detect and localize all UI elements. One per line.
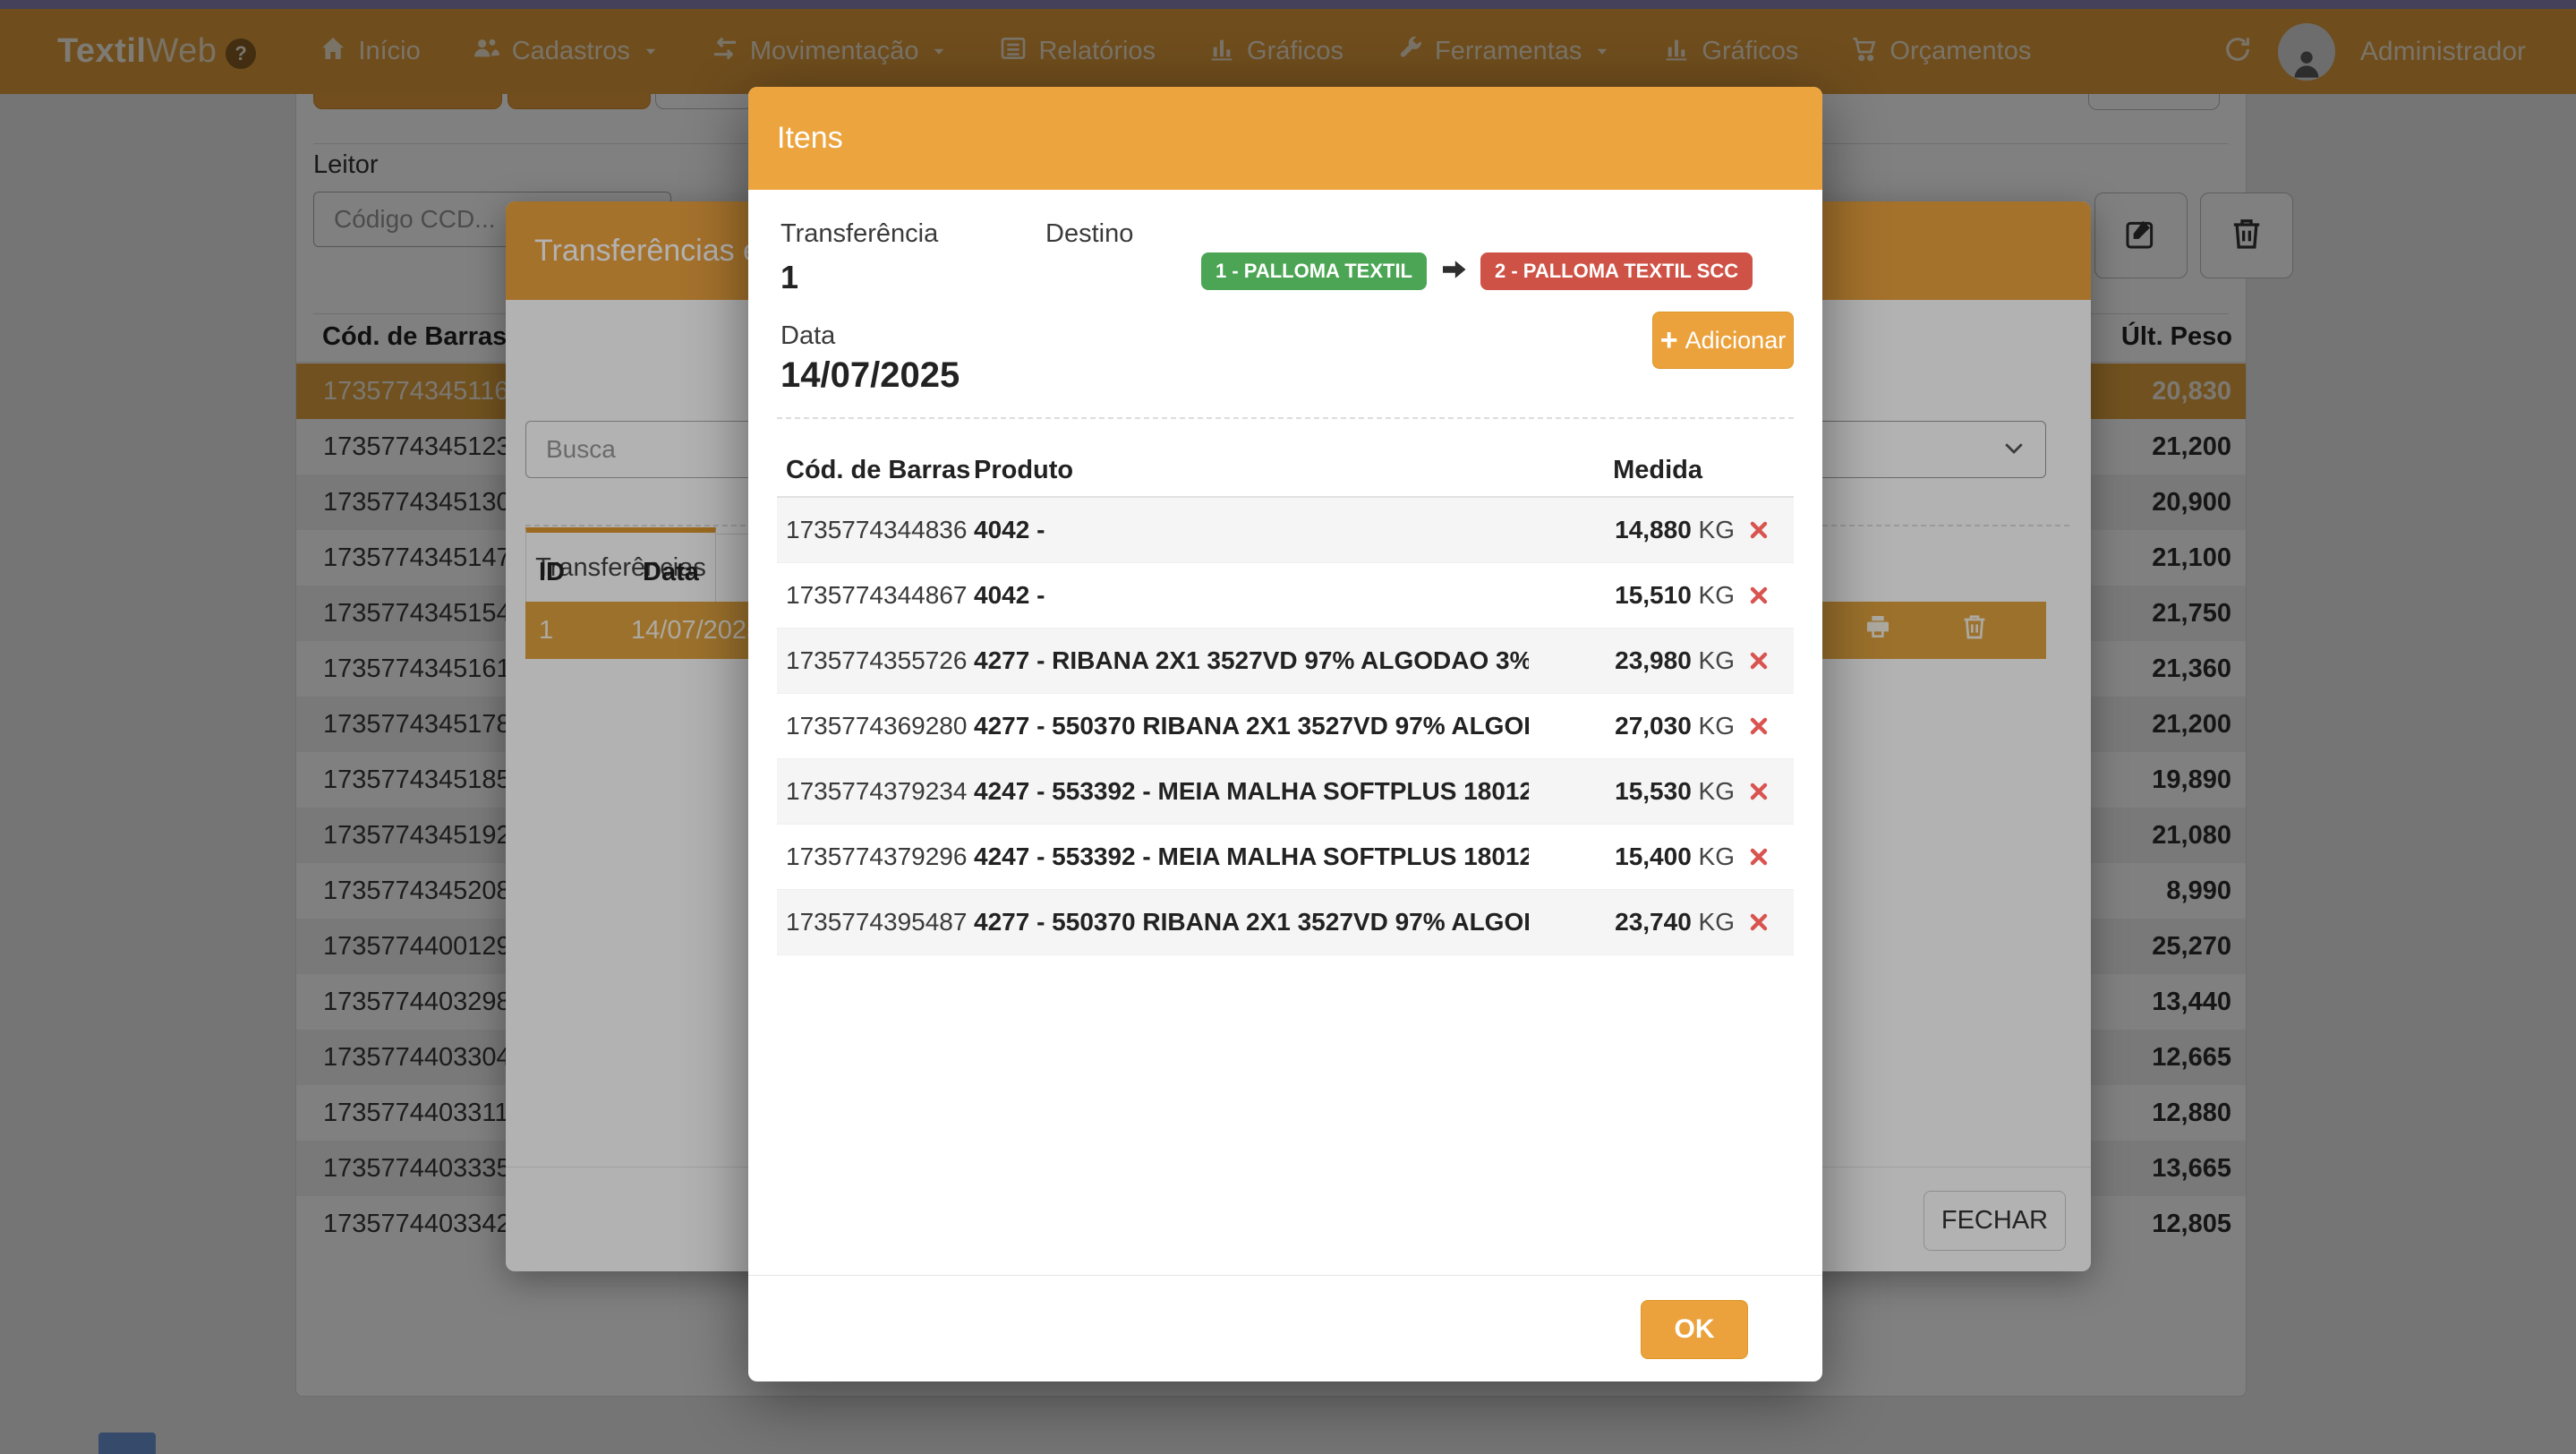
item-medida: 15,510 KG xyxy=(1529,581,1735,610)
item-produto: 4042 - xyxy=(974,581,1529,610)
item-medida: 15,400 KG xyxy=(1529,842,1735,871)
item-produto: 4277 - 550370 RIBANA 2X1 3527VD 97% ALGO… xyxy=(974,908,1529,937)
modal-footer-divider xyxy=(748,1275,1822,1276)
item-medida: 15,530 KG xyxy=(1529,777,1735,806)
remove-item-button[interactable] xyxy=(1747,518,1770,542)
item-row: 17357743448364042 -14,880 KG xyxy=(777,498,1794,563)
ok-button[interactable]: OK xyxy=(1641,1300,1748,1359)
itens-modal-title: Itens xyxy=(777,121,843,156)
item-barcode: 1735774344836 xyxy=(777,516,974,544)
item-medida: 14,880 KG xyxy=(1529,516,1735,544)
item-barcode: 1735774355726 xyxy=(777,646,974,675)
remove-item-button[interactable] xyxy=(1747,584,1770,607)
item-produto: 4277 - RIBANA 2X1 3527VD 97% ALGODAO 3% … xyxy=(974,646,1529,675)
item-row: 17357743557264277 - RIBANA 2X1 3527VD 97… xyxy=(777,629,1794,694)
column-header-medida: Medida xyxy=(1527,456,1702,485)
item-row: 17357743692804277 - 550370 RIBANA 2X1 35… xyxy=(777,694,1794,759)
item-barcode: 1735774379234 xyxy=(777,777,974,806)
destino-badges: 1 - PALLOMA TEXTIL 2 - PALLOMA TEXTIL SC… xyxy=(1201,252,1753,290)
item-barcode: 1735774395487 xyxy=(777,908,974,937)
remove-item-button[interactable] xyxy=(1747,911,1770,934)
adicionar-button[interactable]: + Adicionar xyxy=(1652,312,1794,369)
item-produto: 4277 - 550370 RIBANA 2X1 3527VD 97% ALGO… xyxy=(974,712,1529,740)
transferencia-value: 1 xyxy=(780,259,798,296)
destination-badge: 2 - PALLOMA TEXTIL SCC xyxy=(1480,252,1753,290)
top-strip xyxy=(0,0,2576,9)
remove-item-button[interactable] xyxy=(1747,845,1770,868)
destino-label: Destino xyxy=(1045,219,1133,249)
transferencia-label: Transferência xyxy=(780,219,938,249)
data-value: 14/07/2025 xyxy=(780,355,960,396)
item-medida: 23,740 KG xyxy=(1529,908,1735,937)
item-barcode: 1735774369280 xyxy=(777,712,974,740)
remove-item-button[interactable] xyxy=(1747,714,1770,738)
column-header-produto: Produto xyxy=(974,456,1073,485)
item-produto: 4247 - 553392 - MEIA MALHA SOFTPLUS 1801… xyxy=(974,777,1529,806)
item-row: 17357743792344247 - 553392 - MEIA MALHA … xyxy=(777,759,1794,825)
item-medida: 27,030 KG xyxy=(1529,712,1735,740)
ok-label: OK xyxy=(1675,1314,1715,1345)
item-row: 17357743954874277 - 550370 RIBANA 2X1 35… xyxy=(777,890,1794,955)
itens-modal-header: Itens xyxy=(748,87,1822,190)
remove-item-button[interactable] xyxy=(1747,649,1770,672)
item-produto: 4042 - xyxy=(974,516,1529,544)
remove-item-button[interactable] xyxy=(1747,780,1770,803)
adicionar-label: Adicionar xyxy=(1685,327,1787,355)
origin-badge: 1 - PALLOMA TEXTIL xyxy=(1201,252,1427,290)
item-row: 17357743792964247 - 553392 - MEIA MALHA … xyxy=(777,825,1794,890)
item-row: 17357743448674042 -15,510 KG xyxy=(777,563,1794,629)
data-label: Data xyxy=(780,321,835,351)
item-barcode: 1735774379296 xyxy=(777,842,974,871)
itens-modal: Itens Transferência 1 Destino 1 - PALLOM… xyxy=(748,87,1822,1381)
item-medida: 23,980 KG xyxy=(1529,646,1735,675)
items-table: 17357743448364042 -14,880 KG173577434486… xyxy=(777,498,1794,955)
plus-icon: + xyxy=(1660,325,1678,355)
arrow-right-icon xyxy=(1437,253,1470,290)
item-barcode: 1735774344867 xyxy=(777,581,974,610)
divider-dashed xyxy=(777,417,1794,419)
column-header-barcode: Cód. de Barras xyxy=(786,456,970,485)
item-produto: 4247 - 553392 - MEIA MALHA SOFTPLUS 1801… xyxy=(974,842,1529,871)
